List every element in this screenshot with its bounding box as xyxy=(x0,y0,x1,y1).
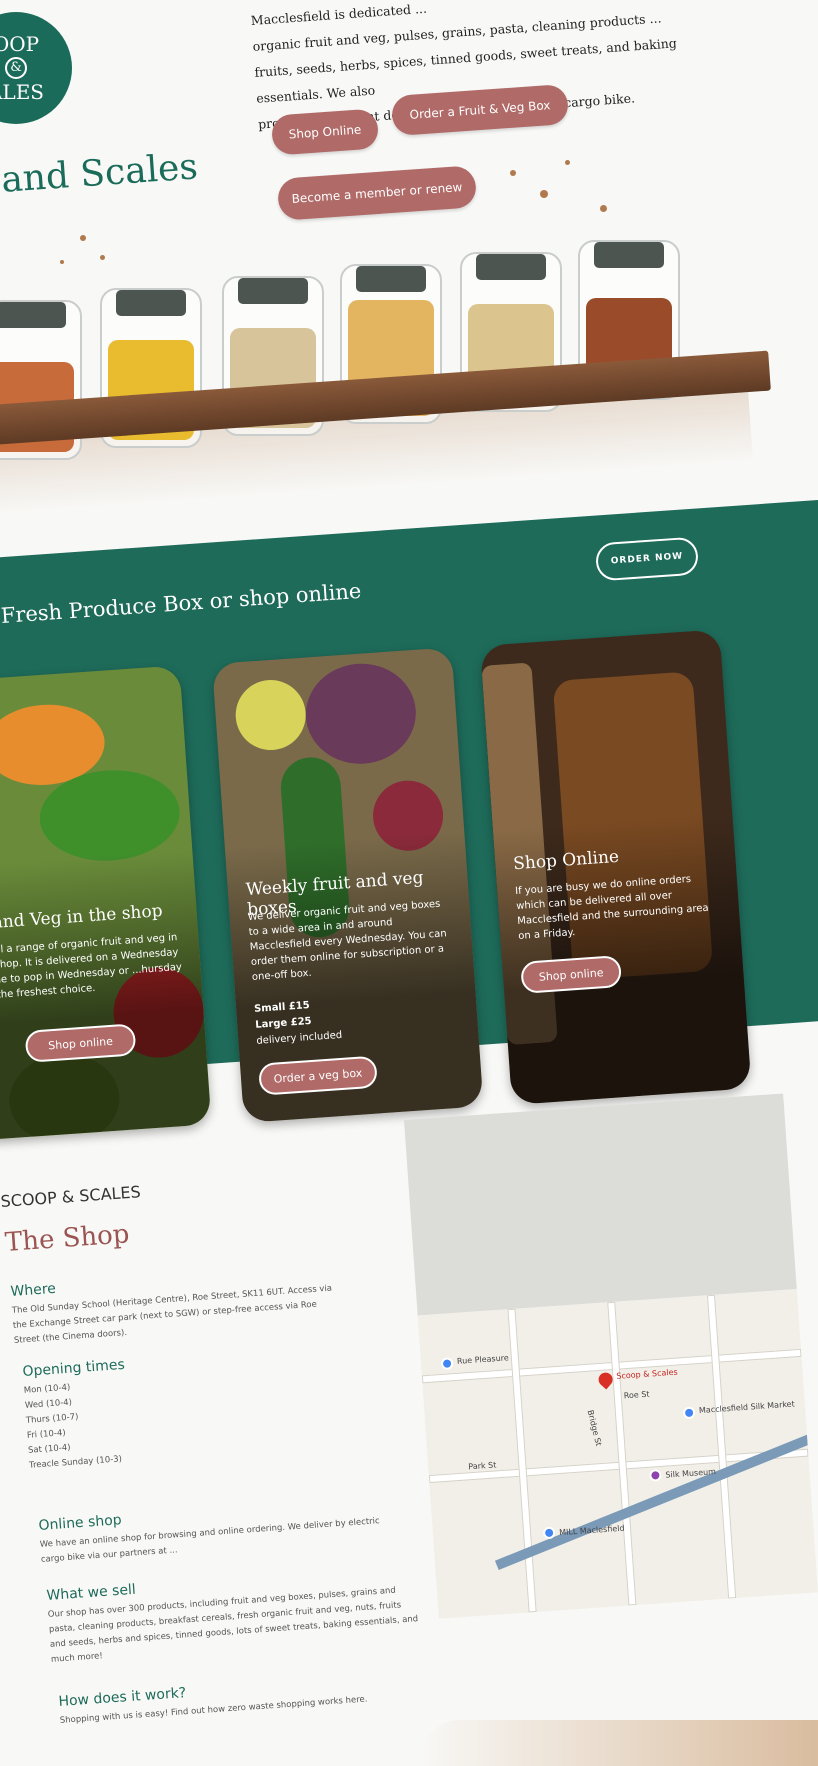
brand-name: and Scales xyxy=(0,146,200,201)
map-label: Rue Pleasure xyxy=(456,1353,510,1366)
shop-title: The Shop xyxy=(4,1219,131,1258)
shop-online-button[interactable]: Shop Online xyxy=(270,108,380,156)
map-poi-icon[interactable] xyxy=(682,1406,696,1420)
card-overlay xyxy=(0,665,212,1141)
card-shop-online: Shop Online If you are busy we do online… xyxy=(480,629,752,1105)
map-placeholder xyxy=(404,1093,797,1316)
what-we-sell-block: What we sell Our shop has over 300 produ… xyxy=(46,1562,421,1668)
logo-amp: & xyxy=(5,57,27,79)
map-tiles[interactable]: Scoop & Scales Rue Pleasure Macclesfield… xyxy=(417,1289,818,1619)
speck-decoration xyxy=(600,205,607,212)
map-road xyxy=(706,1294,737,1599)
card-text: We deliver organic fruit and veg boxes t… xyxy=(247,898,448,983)
map-street-label: Bridge St xyxy=(585,1409,604,1447)
map-road xyxy=(607,1301,637,1606)
map-street-label: Roe St xyxy=(623,1389,650,1401)
logo[interactable]: OOP & ALES xyxy=(0,12,72,124)
logo-top: OOP xyxy=(0,32,40,56)
footer-decoration xyxy=(420,1720,818,1766)
speck-decoration xyxy=(565,160,570,165)
become-member-button[interactable]: Become a member or renew xyxy=(276,165,478,221)
page: OOP & ALES and Scales Macclesfield is de… xyxy=(0,0,818,1766)
map-river xyxy=(494,1433,814,1570)
online-shop-block: Online shop We have an online shop for b… xyxy=(38,1494,391,1568)
map-poi-icon[interactable] xyxy=(648,1468,662,1482)
map-road xyxy=(507,1308,537,1613)
speck-decoration xyxy=(100,255,105,260)
map-place-label: Scoop & Scales xyxy=(616,1367,678,1381)
map-poi-icon[interactable] xyxy=(440,1357,454,1370)
opening-times-block: Opening times Mon (10-4) Wed (10-4) Thur… xyxy=(22,1350,229,1474)
where-block: Where The Old Sunday School (Heritage Ce… xyxy=(10,1261,344,1349)
card-veg-boxes: Weekly fruit and veg boxes We deliver or… xyxy=(212,647,484,1123)
map-label: Macclesfield Silk Market xyxy=(698,1399,795,1416)
speck-decoration xyxy=(540,190,548,198)
speck-decoration xyxy=(510,170,516,176)
map-label: MILL Maclesfield xyxy=(558,1523,625,1538)
how-it-works-block: How does it work? Shopping with us is ea… xyxy=(58,1670,410,1729)
card-veg-in-shop: it and Veg in the shop ...sell a range o… xyxy=(0,665,212,1141)
logo-bottom: ALES xyxy=(0,80,45,104)
location-map[interactable]: Scoop & Scales Rue Pleasure Macclesfield… xyxy=(404,1093,818,1619)
order-now-button[interactable]: ORDER NOW xyxy=(594,536,700,582)
speck-decoration xyxy=(60,260,64,264)
speck-decoration xyxy=(80,235,86,241)
shop-kicker: SCOOP & SCALES xyxy=(0,1182,142,1211)
